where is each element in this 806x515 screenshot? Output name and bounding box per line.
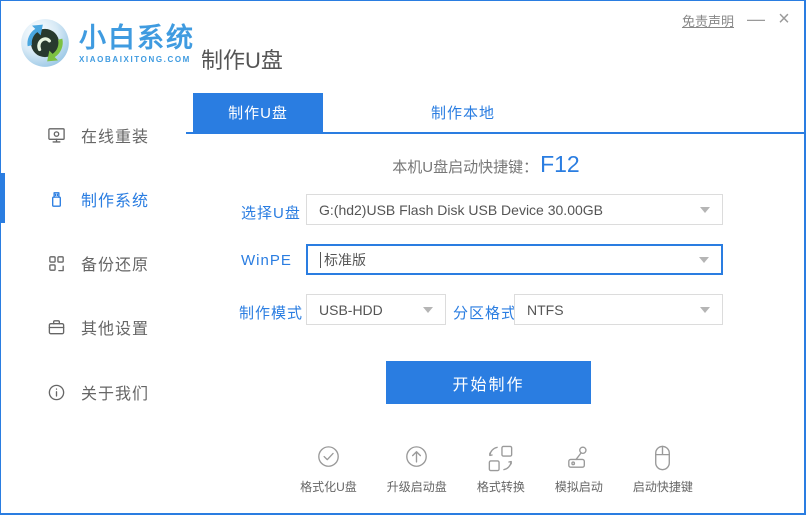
- tool-format-convert[interactable]: 格式转换: [477, 443, 525, 495]
- joystick-icon: [568, 446, 587, 468]
- make-mode-label: 制作模式: [239, 305, 304, 322]
- chevron-down-icon: [423, 306, 433, 313]
- sidebar-item-label: 其他设置: [81, 321, 150, 338]
- sidebar-item-backup-restore[interactable]: 备份还原: [1, 250, 186, 276]
- tool-label: 启动快捷键: [632, 480, 693, 494]
- tool-label: 格式化U盘: [300, 480, 357, 494]
- logo-sphere-icon: [21, 19, 69, 67]
- convert-icon: [488, 445, 513, 472]
- check-circle-icon: [318, 446, 339, 467]
- tool-simulate-boot[interactable]: 模拟启动: [555, 443, 603, 495]
- winpe-dropdown[interactable]: 标准版: [306, 244, 723, 275]
- logo-text: 小白系统 XIAOBAIXITONG.COM: [79, 23, 195, 64]
- sidebar-item-about-us[interactable]: 关于我们: [1, 379, 186, 405]
- usb-drive-dropdown[interactable]: G:(hd2)USB Flash Disk USB Device 30.00GB: [306, 194, 723, 225]
- make-mode-dropdown[interactable]: USB-HDD: [306, 294, 446, 325]
- usb-drive-icon: [52, 191, 61, 207]
- minimize-button[interactable]: —: [744, 7, 768, 31]
- page-title: 制作U盘: [201, 48, 283, 73]
- sidebar-item-make-system[interactable]: 制作系统: [1, 186, 186, 212]
- arrow-up-circle-icon: [406, 446, 428, 467]
- partition-format-dropdown[interactable]: NTFS: [514, 294, 723, 325]
- sidebar-item-online-reinstall[interactable]: 在线重装: [1, 122, 186, 148]
- tool-label: 模拟启动: [554, 480, 603, 494]
- logo-subtitle: XIAOBAIXITONG.COM: [79, 54, 191, 64]
- chevron-down-icon: [700, 206, 710, 213]
- boot-hotkey-text: 本机U盘启动快捷键：: [392, 159, 539, 176]
- start-make-button[interactable]: 开始制作: [386, 361, 591, 404]
- partition-format-label: 分区格式: [453, 305, 518, 322]
- logo-title: 小白系统: [79, 22, 195, 53]
- sidebar-item-label: 制作系统: [81, 193, 150, 210]
- footer-toolbar: 格式化U盘 升级启动盘 格式转换 模拟启动 启动快捷键: [186, 443, 804, 495]
- usb-drive-value: G:(hd2)USB Flash Disk USB Device 30.00GB: [319, 201, 603, 218]
- sidebar-item-label: 在线重装: [81, 129, 150, 146]
- tool-boot-hotkey[interactable]: 启动快捷键: [633, 443, 693, 495]
- winpe-value: 标准版: [324, 251, 366, 268]
- make-mode-value: USB-HDD: [319, 301, 383, 318]
- boot-hotkey-line: 本机U盘启动快捷键： F12: [186, 151, 786, 181]
- tool-label: 升级启动盘: [386, 480, 447, 494]
- mouse-icon: [655, 445, 671, 471]
- info-icon: [48, 384, 65, 400]
- tab-make-local[interactable]: 制作本地: [431, 93, 495, 132]
- tool-label: 格式转换: [476, 480, 525, 494]
- briefcase-icon: [48, 319, 65, 334]
- close-button[interactable]: ×: [772, 7, 796, 31]
- chevron-down-icon: [700, 306, 710, 313]
- tab-make-usb[interactable]: 制作U盘: [193, 93, 323, 132]
- disclaimer-link[interactable]: 免责声明: [682, 11, 734, 30]
- app-window: 小白系统 XIAOBAIXITONG.COM 制作U盘 免责声明 — × 在线重…: [0, 0, 806, 515]
- grid-icon: [49, 255, 64, 271]
- tab-underline: [186, 132, 804, 134]
- winpe-label: WinPE: [241, 252, 292, 269]
- sidebar-item-label: 关于我们: [81, 386, 150, 403]
- partition-format-value: NTFS: [527, 301, 564, 318]
- boot-hotkey-value: F12: [540, 151, 580, 177]
- monitor-icon: [48, 127, 65, 143]
- app-logo: 小白系统 XIAOBAIXITONG.COM: [19, 17, 195, 69]
- usb-select-label: 选择U盘: [241, 205, 301, 222]
- text-cursor: [320, 251, 321, 268]
- chevron-down-icon: [699, 256, 709, 263]
- sidebar-item-other-settings[interactable]: 其他设置: [1, 314, 186, 340]
- sidebar-item-label: 备份还原: [81, 257, 150, 274]
- tool-format-usb[interactable]: 格式化U盘: [300, 443, 357, 495]
- tool-upgrade-boot-disk[interactable]: 升级启动盘: [387, 443, 447, 495]
